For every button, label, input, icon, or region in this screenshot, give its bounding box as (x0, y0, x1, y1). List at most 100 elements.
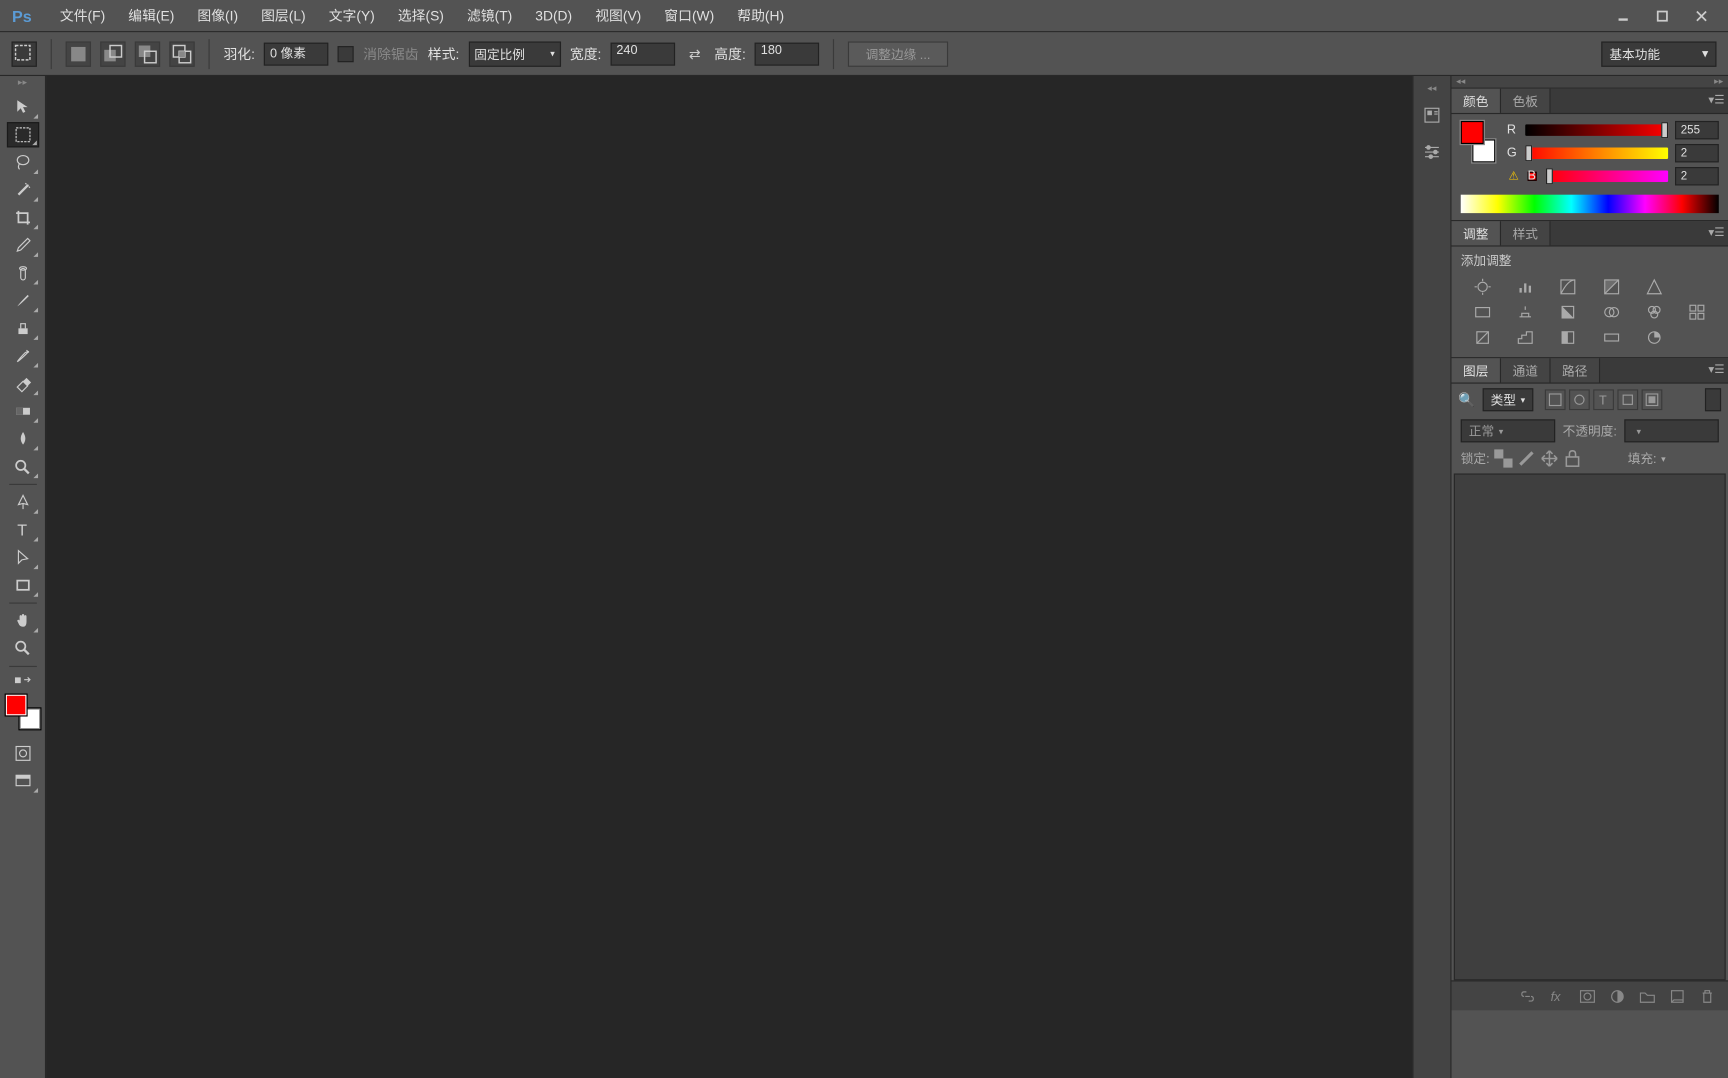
workspace-switcher[interactable]: 基本功能▾ (1601, 41, 1716, 66)
curves-icon[interactable] (1557, 276, 1580, 297)
brightness-contrast-icon[interactable] (1471, 276, 1494, 297)
layers-list[interactable] (1454, 473, 1726, 980)
tab-styles[interactable]: 样式 (1501, 221, 1551, 245)
filter-pixel-icon[interactable] (1545, 389, 1566, 410)
color-balance-icon[interactable] (1514, 302, 1537, 323)
hue-saturation-icon[interactable] (1471, 302, 1494, 323)
posterize-icon[interactable] (1514, 327, 1537, 348)
hand-tool[interactable] (6, 608, 38, 633)
panel-menu-icon[interactable]: ▾☰ (1705, 89, 1728, 113)
swap-colors-icon[interactable] (6, 672, 38, 688)
selection-add-icon[interactable] (100, 41, 125, 66)
maximize-button[interactable] (1643, 4, 1682, 27)
gradient-tool[interactable] (6, 399, 38, 424)
quick-mask-icon[interactable] (6, 741, 38, 766)
screen-mode-icon[interactable] (6, 768, 38, 793)
layer-mask-icon[interactable] (1578, 987, 1596, 1005)
height-input[interactable]: 180 (755, 42, 820, 65)
menu-select[interactable]: 选择(S) (386, 1, 455, 30)
color-ramp[interactable] (1461, 195, 1719, 213)
healing-brush-tool[interactable] (6, 260, 38, 285)
layer-filter-toggle[interactable] (1705, 388, 1721, 411)
tab-paths[interactable]: 路径 (1551, 358, 1601, 382)
menu-image[interactable]: 图像(I) (186, 1, 250, 30)
magic-wand-tool[interactable] (6, 177, 38, 202)
pen-tool[interactable] (6, 490, 38, 515)
selective-color-icon[interactable] (1643, 327, 1666, 348)
lock-transparency-icon[interactable] (1494, 449, 1512, 467)
link-layers-icon[interactable] (1518, 987, 1536, 1005)
menu-view[interactable]: 视图(V) (584, 1, 653, 30)
current-tool-preset[interactable] (12, 41, 37, 66)
width-input[interactable]: 240 (611, 42, 676, 65)
color-swatches[interactable] (5, 695, 40, 730)
exposure-icon[interactable] (1600, 276, 1623, 297)
close-button[interactable] (1682, 4, 1721, 27)
crop-tool[interactable] (6, 205, 38, 230)
filter-smart-icon[interactable] (1642, 389, 1663, 410)
zoom-tool[interactable] (6, 636, 38, 661)
threshold-icon[interactable] (1557, 327, 1580, 348)
tab-channels[interactable]: 通道 (1501, 358, 1551, 382)
selection-subtract-icon[interactable] (135, 41, 160, 66)
g-value-input[interactable]: 2 (1675, 144, 1719, 162)
delete-layer-icon[interactable] (1698, 987, 1716, 1005)
canvas-area[interactable] (46, 76, 1412, 1078)
filter-type-icon[interactable]: T (1593, 389, 1614, 410)
selection-intersect-icon[interactable] (169, 41, 194, 66)
foreground-color-swatch[interactable] (5, 695, 26, 716)
menu-file[interactable]: 文件(F) (48, 1, 116, 30)
g-slider[interactable] (1525, 147, 1668, 159)
tab-swatches[interactable]: 色板 (1501, 89, 1551, 113)
filter-adjustment-icon[interactable] (1569, 389, 1590, 410)
fg-color-swatch[interactable] (1461, 121, 1484, 144)
new-group-icon[interactable] (1638, 987, 1656, 1005)
style-select[interactable]: 固定比例▾ (469, 41, 561, 66)
b-slider[interactable] (1546, 170, 1668, 182)
swap-dimensions-icon[interactable]: ⇄ (684, 43, 705, 64)
b-value-input[interactable]: 2 (1675, 167, 1719, 185)
brush-tool[interactable] (6, 288, 38, 313)
minimize-button[interactable] (1604, 4, 1643, 27)
path-selection-tool[interactable] (6, 545, 38, 570)
channel-mixer-icon[interactable] (1643, 302, 1666, 323)
lock-all-icon[interactable] (1563, 449, 1581, 467)
history-panel-icon[interactable] (1418, 101, 1446, 129)
adjustment-layer-icon[interactable] (1608, 987, 1626, 1005)
history-brush-tool[interactable] (6, 343, 38, 368)
gamut-warning-icon[interactable]: ⚠ (1507, 169, 1521, 183)
layer-style-icon[interactable]: fx (1548, 987, 1566, 1005)
dodge-tool[interactable] (6, 454, 38, 479)
antialias-checkbox[interactable] (338, 46, 354, 62)
toolbox-collapse-handle[interactable]: ▸▸ (0, 76, 45, 88)
eraser-tool[interactable] (6, 371, 38, 396)
clone-stamp-tool[interactable] (6, 316, 38, 341)
menu-filter[interactable]: 滤镜(T) (455, 1, 523, 30)
eyedropper-tool[interactable] (6, 233, 38, 258)
menu-3d[interactable]: 3D(D) (524, 3, 584, 28)
blur-tool[interactable] (6, 426, 38, 451)
tab-layers[interactable]: 图层 (1452, 358, 1502, 382)
lasso-tool[interactable] (6, 150, 38, 175)
rectangle-tool[interactable] (6, 573, 38, 598)
opacity-input[interactable]: ▾ (1624, 419, 1719, 442)
rectangular-marquee-tool[interactable] (6, 122, 38, 147)
menu-layer[interactable]: 图层(L) (250, 1, 318, 30)
menu-help[interactable]: 帮助(H) (726, 1, 796, 30)
tab-adjustments[interactable]: 调整 (1452, 221, 1502, 245)
lock-pixels-icon[interactable] (1517, 449, 1535, 467)
menu-window[interactable]: 窗口(W) (653, 1, 726, 30)
panels-collapse-handle[interactable]: ◂◂▸▸ (1452, 76, 1728, 88)
feather-input[interactable]: 0 像素 (264, 42, 329, 65)
lock-position-icon[interactable] (1540, 449, 1558, 467)
refine-edge-button[interactable]: 调整边缘 ... (848, 41, 947, 66)
menu-type[interactable]: 文字(Y) (317, 1, 386, 30)
blend-mode-select[interactable]: 正常▾ (1461, 419, 1556, 442)
properties-panel-icon[interactable] (1418, 138, 1446, 166)
tab-color[interactable]: 颜色 (1452, 89, 1502, 113)
selection-new-icon[interactable] (66, 41, 91, 66)
filter-shape-icon[interactable] (1617, 389, 1638, 410)
r-value-input[interactable]: 255 (1675, 121, 1719, 139)
color-panel-swatches[interactable] (1461, 121, 1496, 162)
color-lookup-icon[interactable] (1686, 302, 1709, 323)
